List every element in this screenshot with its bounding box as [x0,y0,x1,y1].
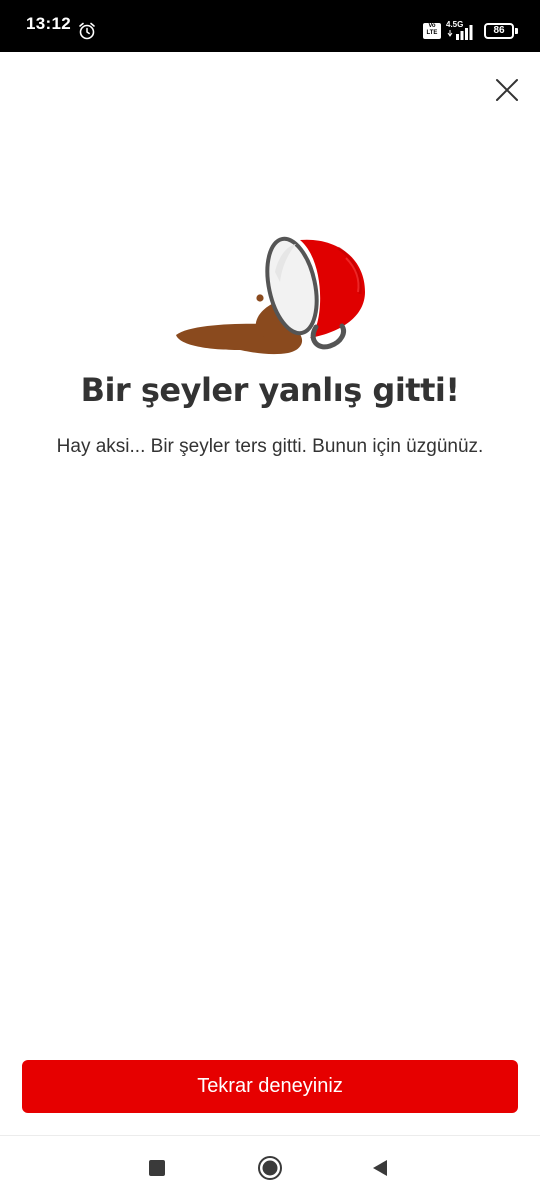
circle-home-icon[interactable] [257,1155,283,1181]
square-recents-icon[interactable] [149,1160,165,1176]
battery-icon: 86 [484,23,514,39]
volte-icon: Vo LTE [423,23,441,39]
status-time: 13:12 [26,14,71,33]
close-icon[interactable] [490,73,524,107]
alarm-clock-icon [79,22,95,40]
spilled-coffee-cup-illustration [176,236,365,355]
navigation-bar [0,1135,540,1200]
retry-button[interactable]: Tekrar deneyiniz [22,1060,518,1113]
error-message: Hay aksi... Bir şeyler ters gitti. Bunun… [56,436,484,457]
triangle-back-icon[interactable] [370,1158,390,1178]
page-title: Bir şeyler yanlış gitti! [80,371,460,409]
battery-tip [515,28,518,34]
retry-button-label: Tekrar deneyiniz [197,1075,343,1097]
signal-bars-icon [447,25,473,40]
status-bar: 13:12 Vo LTE 4.5G 86 [0,0,540,52]
